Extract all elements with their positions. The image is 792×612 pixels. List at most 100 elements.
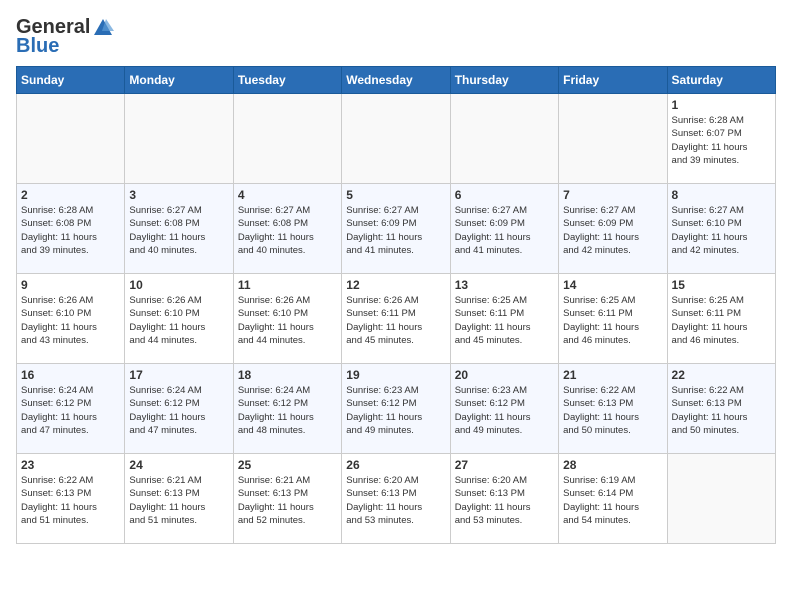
weekday-header-row: SundayMondayTuesdayWednesdayThursdayFrid… bbox=[17, 67, 776, 94]
day-number: 15 bbox=[672, 278, 771, 292]
day-info: Sunrise: 6:27 AM Sunset: 6:09 PM Dayligh… bbox=[563, 204, 662, 257]
calendar-cell: 2 Sunrise: 6:28 AM Sunset: 6:08 PM Daylig… bbox=[17, 184, 125, 274]
week-row-2: 2 Sunrise: 6:28 AM Sunset: 6:08 PM Daylig… bbox=[17, 184, 776, 274]
week-row-1: 1 Sunrise: 6:28 AM Sunset: 6:07 PM Daylig… bbox=[17, 94, 776, 184]
day-info: Sunrise: 6:20 AM Sunset: 6:13 PM Dayligh… bbox=[455, 474, 554, 527]
day-number: 6 bbox=[455, 188, 554, 202]
day-number: 27 bbox=[455, 458, 554, 472]
weekday-header-friday: Friday bbox=[559, 67, 667, 94]
day-info: Sunrise: 6:28 AM Sunset: 6:07 PM Dayligh… bbox=[672, 114, 771, 167]
day-number: 26 bbox=[346, 458, 445, 472]
day-info: Sunrise: 6:24 AM Sunset: 6:12 PM Dayligh… bbox=[21, 384, 120, 437]
calendar-cell bbox=[233, 94, 341, 184]
calendar-cell bbox=[450, 94, 558, 184]
day-number: 4 bbox=[238, 188, 337, 202]
day-number: 24 bbox=[129, 458, 228, 472]
calendar-cell: 16 Sunrise: 6:24 AM Sunset: 6:12 PM Dayli… bbox=[17, 364, 125, 454]
weekday-header-monday: Monday bbox=[125, 67, 233, 94]
calendar-cell: 9 Sunrise: 6:26 AM Sunset: 6:10 PM Daylig… bbox=[17, 274, 125, 364]
day-number: 10 bbox=[129, 278, 228, 292]
day-number: 18 bbox=[238, 368, 337, 382]
day-info: Sunrise: 6:27 AM Sunset: 6:08 PM Dayligh… bbox=[129, 204, 228, 257]
page-header: General Blue bbox=[16, 16, 776, 58]
day-info: Sunrise: 6:26 AM Sunset: 6:10 PM Dayligh… bbox=[21, 294, 120, 347]
calendar-cell: 27 Sunrise: 6:20 AM Sunset: 6:13 PM Dayli… bbox=[450, 454, 558, 544]
day-number: 3 bbox=[129, 188, 228, 202]
day-info: Sunrise: 6:25 AM Sunset: 6:11 PM Dayligh… bbox=[672, 294, 771, 347]
day-info: Sunrise: 6:22 AM Sunset: 6:13 PM Dayligh… bbox=[563, 384, 662, 437]
logo-icon bbox=[92, 17, 114, 39]
calendar-cell bbox=[125, 94, 233, 184]
logo-text-blue: Blue bbox=[16, 35, 59, 58]
weekday-header-saturday: Saturday bbox=[667, 67, 775, 94]
day-number: 19 bbox=[346, 368, 445, 382]
day-info: Sunrise: 6:26 AM Sunset: 6:11 PM Dayligh… bbox=[346, 294, 445, 347]
calendar-table: SundayMondayTuesdayWednesdayThursdayFrid… bbox=[16, 66, 776, 544]
calendar-cell: 12 Sunrise: 6:26 AM Sunset: 6:11 PM Dayli… bbox=[342, 274, 450, 364]
calendar-cell bbox=[667, 454, 775, 544]
calendar-cell: 6Sunrise: 6:27 AM Sunset: 6:09 PM Daylig… bbox=[450, 184, 558, 274]
calendar-cell: 19 Sunrise: 6:23 AM Sunset: 6:12 PM Dayli… bbox=[342, 364, 450, 454]
day-number: 7 bbox=[563, 188, 662, 202]
calendar-cell: 24Sunrise: 6:21 AM Sunset: 6:13 PM Dayli… bbox=[125, 454, 233, 544]
day-info: Sunrise: 6:28 AM Sunset: 6:08 PM Dayligh… bbox=[21, 204, 120, 257]
calendar-cell: 1 Sunrise: 6:28 AM Sunset: 6:07 PM Daylig… bbox=[667, 94, 775, 184]
calendar-cell: 28Sunrise: 6:19 AM Sunset: 6:14 PM Dayli… bbox=[559, 454, 667, 544]
day-info: Sunrise: 6:22 AM Sunset: 6:13 PM Dayligh… bbox=[672, 384, 771, 437]
day-number: 5 bbox=[346, 188, 445, 202]
calendar-cell: 22 Sunrise: 6:22 AM Sunset: 6:13 PM Dayli… bbox=[667, 364, 775, 454]
day-number: 20 bbox=[455, 368, 554, 382]
week-row-4: 16 Sunrise: 6:24 AM Sunset: 6:12 PM Dayli… bbox=[17, 364, 776, 454]
day-info: Sunrise: 6:25 AM Sunset: 6:11 PM Dayligh… bbox=[563, 294, 662, 347]
calendar-cell: 23 Sunrise: 6:22 AM Sunset: 6:13 PM Dayli… bbox=[17, 454, 125, 544]
calendar-cell: 17 Sunrise: 6:24 AM Sunset: 6:12 PM Dayli… bbox=[125, 364, 233, 454]
calendar-cell: 14 Sunrise: 6:25 AM Sunset: 6:11 PM Dayli… bbox=[559, 274, 667, 364]
logo: General Blue bbox=[16, 16, 114, 58]
day-info: Sunrise: 6:21 AM Sunset: 6:13 PM Dayligh… bbox=[238, 474, 337, 527]
calendar-cell: 3 Sunrise: 6:27 AM Sunset: 6:08 PM Daylig… bbox=[125, 184, 233, 274]
day-number: 1 bbox=[672, 98, 771, 112]
calendar-cell: 10 Sunrise: 6:26 AM Sunset: 6:10 PM Dayli… bbox=[125, 274, 233, 364]
calendar-cell: 20 Sunrise: 6:23 AM Sunset: 6:12 PM Dayli… bbox=[450, 364, 558, 454]
day-info: Sunrise: 6:27 AM Sunset: 6:10 PM Dayligh… bbox=[672, 204, 771, 257]
day-info: Sunrise: 6:25 AM Sunset: 6:11 PM Dayligh… bbox=[455, 294, 554, 347]
calendar-cell bbox=[559, 94, 667, 184]
day-number: 22 bbox=[672, 368, 771, 382]
calendar-cell: 25 Sunrise: 6:21 AM Sunset: 6:13 PM Dayli… bbox=[233, 454, 341, 544]
calendar-cell: 11 Sunrise: 6:26 AM Sunset: 6:10 PM Dayli… bbox=[233, 274, 341, 364]
weekday-header-sunday: Sunday bbox=[17, 67, 125, 94]
day-number: 16 bbox=[21, 368, 120, 382]
day-number: 23 bbox=[21, 458, 120, 472]
day-number: 21 bbox=[563, 368, 662, 382]
day-number: 25 bbox=[238, 458, 337, 472]
day-info: Sunrise: 6:23 AM Sunset: 6:12 PM Dayligh… bbox=[346, 384, 445, 437]
day-info: Sunrise: 6:20 AM Sunset: 6:13 PM Dayligh… bbox=[346, 474, 445, 527]
day-info: Sunrise: 6:22 AM Sunset: 6:13 PM Dayligh… bbox=[21, 474, 120, 527]
day-info: Sunrise: 6:24 AM Sunset: 6:12 PM Dayligh… bbox=[129, 384, 228, 437]
calendar-cell: 13 Sunrise: 6:25 AM Sunset: 6:11 PM Dayli… bbox=[450, 274, 558, 364]
day-number: 17 bbox=[129, 368, 228, 382]
calendar-cell bbox=[342, 94, 450, 184]
calendar-cell: 5 Sunrise: 6:27 AM Sunset: 6:09 PM Daylig… bbox=[342, 184, 450, 274]
weekday-header-wednesday: Wednesday bbox=[342, 67, 450, 94]
day-number: 2 bbox=[21, 188, 120, 202]
calendar-cell bbox=[17, 94, 125, 184]
day-info: Sunrise: 6:27 AM Sunset: 6:09 PM Dayligh… bbox=[346, 204, 445, 257]
calendar-cell: 7 Sunrise: 6:27 AM Sunset: 6:09 PM Daylig… bbox=[559, 184, 667, 274]
week-row-3: 9 Sunrise: 6:26 AM Sunset: 6:10 PM Daylig… bbox=[17, 274, 776, 364]
calendar-cell: 8 Sunrise: 6:27 AM Sunset: 6:10 PM Daylig… bbox=[667, 184, 775, 274]
day-number: 9 bbox=[21, 278, 120, 292]
calendar-cell: 15 Sunrise: 6:25 AM Sunset: 6:11 PM Dayli… bbox=[667, 274, 775, 364]
calendar-cell: 26 Sunrise: 6:20 AM Sunset: 6:13 PM Dayli… bbox=[342, 454, 450, 544]
day-number: 28 bbox=[563, 458, 662, 472]
day-number: 11 bbox=[238, 278, 337, 292]
day-info: Sunrise: 6:26 AM Sunset: 6:10 PM Dayligh… bbox=[129, 294, 228, 347]
day-info: Sunrise: 6:26 AM Sunset: 6:10 PM Dayligh… bbox=[238, 294, 337, 347]
day-info: Sunrise: 6:23 AM Sunset: 6:12 PM Dayligh… bbox=[455, 384, 554, 437]
weekday-header-thursday: Thursday bbox=[450, 67, 558, 94]
day-number: 8 bbox=[672, 188, 771, 202]
day-number: 13 bbox=[455, 278, 554, 292]
day-number: 14 bbox=[563, 278, 662, 292]
day-number: 12 bbox=[346, 278, 445, 292]
weekday-header-tuesday: Tuesday bbox=[233, 67, 341, 94]
